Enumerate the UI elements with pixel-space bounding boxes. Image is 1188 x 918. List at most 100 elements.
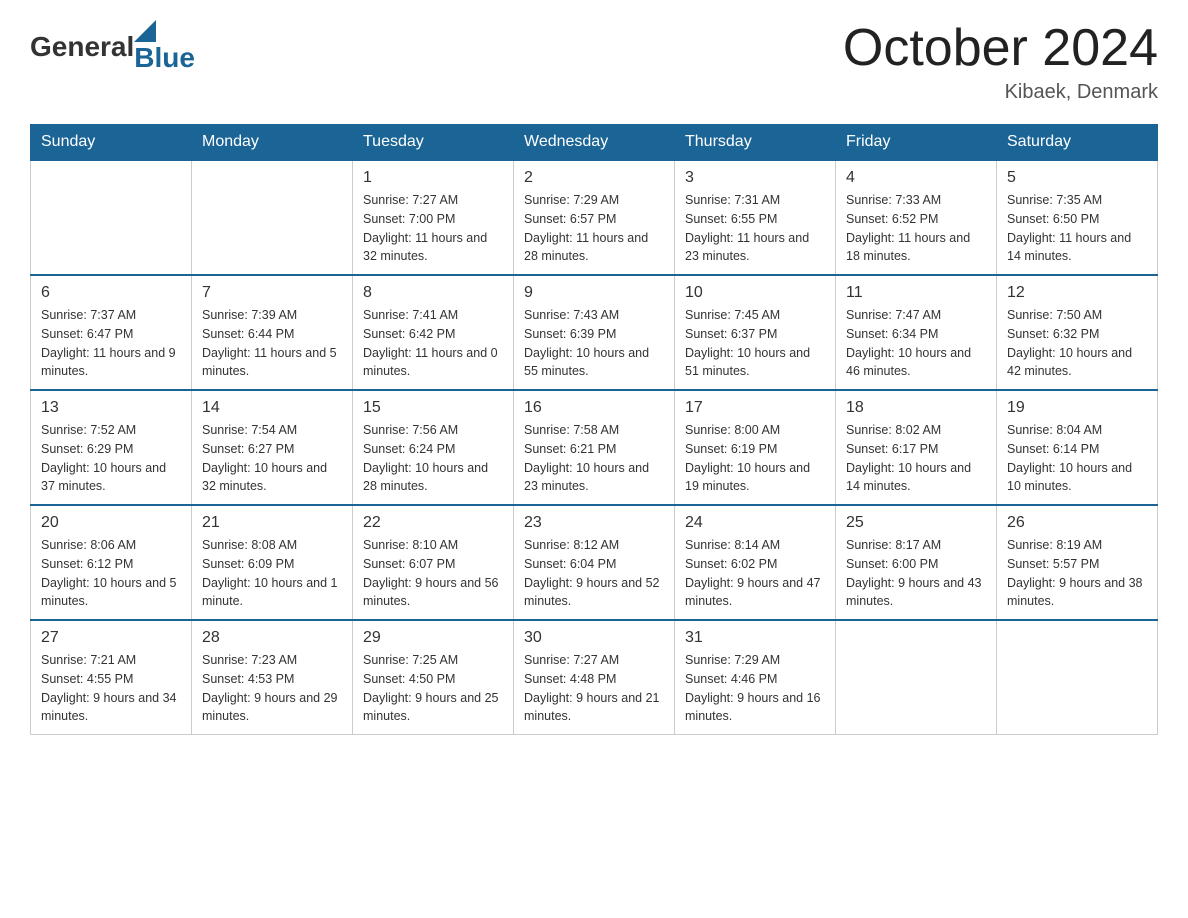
day-info: Sunrise: 8:10 AMSunset: 6:07 PMDaylight:…	[363, 536, 503, 611]
calendar-cell: 23 Sunrise: 8:12 AMSunset: 6:04 PMDayligh…	[514, 505, 675, 620]
day-number: 14	[202, 399, 342, 417]
calendar-cell: 6 Sunrise: 7:37 AMSunset: 6:47 PMDaylight…	[31, 275, 192, 390]
day-number: 2	[524, 169, 664, 187]
day-number: 7	[202, 284, 342, 302]
day-info: Sunrise: 7:27 AMSunset: 7:00 PMDaylight:…	[363, 191, 503, 266]
calendar-cell: 5 Sunrise: 7:35 AMSunset: 6:50 PMDaylight…	[997, 160, 1158, 275]
day-info: Sunrise: 7:52 AMSunset: 6:29 PMDaylight:…	[41, 421, 181, 496]
day-info: Sunrise: 7:27 AMSunset: 4:48 PMDaylight:…	[524, 651, 664, 726]
calendar-cell: 1 Sunrise: 7:27 AMSunset: 7:00 PMDaylight…	[353, 160, 514, 275]
day-number: 24	[685, 514, 825, 532]
day-info: Sunrise: 7:45 AMSunset: 6:37 PMDaylight:…	[685, 306, 825, 381]
day-number: 18	[846, 399, 986, 417]
weekday-header-thursday: Thursday	[675, 125, 836, 161]
logo-right: Blue	[134, 20, 195, 74]
day-number: 20	[41, 514, 181, 532]
day-number: 25	[846, 514, 986, 532]
calendar-cell: 29 Sunrise: 7:25 AMSunset: 4:50 PMDayligh…	[353, 620, 514, 735]
calendar-cell: 12 Sunrise: 7:50 AMSunset: 6:32 PMDayligh…	[997, 275, 1158, 390]
day-number: 23	[524, 514, 664, 532]
day-number: 27	[41, 629, 181, 647]
calendar-cell: 19Sunrise: 8:04 AMSunset: 6:14 PMDayligh…	[997, 390, 1158, 505]
day-number: 22	[363, 514, 503, 532]
day-info: Sunrise: 7:56 AMSunset: 6:24 PMDaylight:…	[363, 421, 503, 496]
calendar-week-row: 20Sunrise: 8:06 AMSunset: 6:12 PMDayligh…	[31, 505, 1158, 620]
logo: General Blue	[30, 20, 195, 74]
calendar-table: SundayMondayTuesdayWednesdayThursdayFrid…	[30, 124, 1158, 735]
calendar-cell	[31, 160, 192, 275]
logo-general-text: General	[30, 31, 134, 63]
day-number: 15	[363, 399, 503, 417]
day-number: 6	[41, 284, 181, 302]
day-info: Sunrise: 8:14 AMSunset: 6:02 PMDaylight:…	[685, 536, 825, 611]
calendar-week-row: 6 Sunrise: 7:37 AMSunset: 6:47 PMDaylight…	[31, 275, 1158, 390]
weekday-header-row: SundayMondayTuesdayWednesdayThursdayFrid…	[31, 125, 1158, 161]
day-info: Sunrise: 7:25 AMSunset: 4:50 PMDaylight:…	[363, 651, 503, 726]
day-info: Sunrise: 7:29 AMSunset: 4:46 PMDaylight:…	[685, 651, 825, 726]
day-info: Sunrise: 7:41 AMSunset: 6:42 PMDaylight:…	[363, 306, 503, 381]
day-number: 10	[685, 284, 825, 302]
day-info: Sunrise: 8:17 AMSunset: 6:00 PMDaylight:…	[846, 536, 986, 611]
day-number: 1	[363, 169, 503, 187]
day-number: 19	[1007, 399, 1147, 417]
day-number: 9	[524, 284, 664, 302]
weekday-header-monday: Monday	[192, 125, 353, 161]
month-title: October 2024	[843, 20, 1158, 77]
logo-blue-text: Blue	[134, 42, 195, 74]
calendar-cell: 30Sunrise: 7:27 AMSunset: 4:48 PMDayligh…	[514, 620, 675, 735]
day-number: 11	[846, 284, 986, 302]
day-info: Sunrise: 8:08 AMSunset: 6:09 PMDaylight:…	[202, 536, 342, 611]
day-info: Sunrise: 7:58 AMSunset: 6:21 PMDaylight:…	[524, 421, 664, 496]
day-info: Sunrise: 7:54 AMSunset: 6:27 PMDaylight:…	[202, 421, 342, 496]
calendar-week-row: 1 Sunrise: 7:27 AMSunset: 7:00 PMDaylight…	[31, 160, 1158, 275]
weekday-header-sunday: Sunday	[31, 125, 192, 161]
day-info: Sunrise: 7:29 AMSunset: 6:57 PMDaylight:…	[524, 191, 664, 266]
calendar-cell: 14 Sunrise: 7:54 AMSunset: 6:27 PMDayligh…	[192, 390, 353, 505]
day-number: 8	[363, 284, 503, 302]
weekday-header-wednesday: Wednesday	[514, 125, 675, 161]
weekday-header-saturday: Saturday	[997, 125, 1158, 161]
calendar-cell: 3 Sunrise: 7:31 AMSunset: 6:55 PMDaylight…	[675, 160, 836, 275]
day-info: Sunrise: 8:19 AMSunset: 5:57 PMDaylight:…	[1007, 536, 1147, 611]
calendar-cell: 13Sunrise: 7:52 AMSunset: 6:29 PMDayligh…	[31, 390, 192, 505]
weekday-header-tuesday: Tuesday	[353, 125, 514, 161]
calendar-cell: 2 Sunrise: 7:29 AMSunset: 6:57 PMDaylight…	[514, 160, 675, 275]
calendar-cell	[997, 620, 1158, 735]
calendar-cell: 7 Sunrise: 7:39 AMSunset: 6:44 PMDaylight…	[192, 275, 353, 390]
day-info: Sunrise: 7:39 AMSunset: 6:44 PMDaylight:…	[202, 306, 342, 381]
day-info: Sunrise: 8:12 AMSunset: 6:04 PMDaylight:…	[524, 536, 664, 611]
day-info: Sunrise: 7:50 AMSunset: 6:32 PMDaylight:…	[1007, 306, 1147, 381]
calendar-cell: 22 Sunrise: 8:10 AMSunset: 6:07 PMDayligh…	[353, 505, 514, 620]
day-number: 26	[1007, 514, 1147, 532]
day-info: Sunrise: 7:35 AMSunset: 6:50 PMDaylight:…	[1007, 191, 1147, 266]
day-info: Sunrise: 7:31 AMSunset: 6:55 PMDaylight:…	[685, 191, 825, 266]
day-info: Sunrise: 7:47 AMSunset: 6:34 PMDaylight:…	[846, 306, 986, 381]
calendar-cell: 24 Sunrise: 8:14 AMSunset: 6:02 PMDayligh…	[675, 505, 836, 620]
day-info: Sunrise: 7:33 AMSunset: 6:52 PMDaylight:…	[846, 191, 986, 266]
calendar-cell	[192, 160, 353, 275]
calendar-cell: 16 Sunrise: 7:58 AMSunset: 6:21 PMDayligh…	[514, 390, 675, 505]
calendar-cell: 10 Sunrise: 7:45 AMSunset: 6:37 PMDayligh…	[675, 275, 836, 390]
calendar-cell: 28Sunrise: 7:23 AMSunset: 4:53 PMDayligh…	[192, 620, 353, 735]
day-number: 12	[1007, 284, 1147, 302]
day-info: Sunrise: 8:02 AMSunset: 6:17 PMDaylight:…	[846, 421, 986, 496]
calendar-cell: 21 Sunrise: 8:08 AMSunset: 6:09 PMDayligh…	[192, 505, 353, 620]
calendar-cell	[836, 620, 997, 735]
day-info: Sunrise: 7:23 AMSunset: 4:53 PMDaylight:…	[202, 651, 342, 726]
day-number: 21	[202, 514, 342, 532]
day-info: Sunrise: 7:37 AMSunset: 6:47 PMDaylight:…	[41, 306, 181, 381]
calendar-cell: 20Sunrise: 8:06 AMSunset: 6:12 PMDayligh…	[31, 505, 192, 620]
calendar-cell: 26 Sunrise: 8:19 AMSunset: 5:57 PMDayligh…	[997, 505, 1158, 620]
day-number: 5	[1007, 169, 1147, 187]
calendar-cell: 15 Sunrise: 7:56 AMSunset: 6:24 PMDayligh…	[353, 390, 514, 505]
calendar-cell: 4Sunrise: 7:33 AMSunset: 6:52 PMDaylight…	[836, 160, 997, 275]
logo-arrow-icon	[134, 20, 156, 42]
calendar-cell: 9Sunrise: 7:43 AMSunset: 6:39 PMDaylight…	[514, 275, 675, 390]
weekday-header-friday: Friday	[836, 125, 997, 161]
calendar-cell: 17Sunrise: 8:00 AMSunset: 6:19 PMDayligh…	[675, 390, 836, 505]
day-number: 3	[685, 169, 825, 187]
day-number: 29	[363, 629, 503, 647]
location-title: Kibaek, Denmark	[843, 81, 1158, 104]
calendar-cell: 31Sunrise: 7:29 AMSunset: 4:46 PMDayligh…	[675, 620, 836, 735]
day-number: 16	[524, 399, 664, 417]
